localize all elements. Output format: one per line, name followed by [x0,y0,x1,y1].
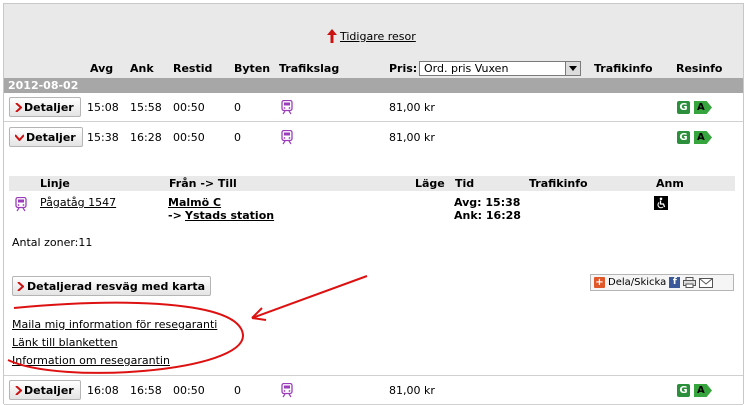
changes: 0 [234,384,241,397]
facebook-icon[interactable]: f [669,277,681,288]
form-link[interactable]: Länk till blanketten [12,336,118,349]
header-band: Tidigare resor Avg Ank Restid Byten Traf… [4,4,743,78]
print-icon[interactable] [683,277,697,288]
details-button[interactable]: Detaljer [9,380,81,400]
col-arr: Ank [130,62,154,75]
price-select[interactable]: Ord. pris Vuxen [419,61,581,76]
train-icon [281,130,293,145]
details-header-bar: Linje Från -> Till Läge Tid Trafikinfo A… [9,176,735,191]
col-traffic-info: Trafikinfo [594,62,653,75]
price-select-value: Ord. pris Vuxen [424,62,509,75]
trip-row[interactable]: Detaljer 15:38 16:28 00:50 0 81,00 kr G … [4,123,743,152]
col-travel-time: Restid [173,62,213,75]
guarantee-info-link[interactable]: Information om resegarantin [12,354,170,367]
train-icon [281,100,293,115]
col-line: Linje [40,177,70,190]
a-badge-icon[interactable]: A [694,384,712,397]
arr-time: 15:58 [130,101,162,114]
chevron-right-icon [15,385,22,395]
col-traffic-type: Trafikslag [279,62,340,75]
detailed-route-map-button[interactable]: Detaljerad resväg med karta [12,276,212,296]
to-station-link[interactable]: Ystads station [185,209,274,222]
changes: 0 [234,131,241,144]
train-icon [15,197,27,212]
zone-count: Antal zoner:11 [12,236,93,249]
changes: 0 [234,101,241,114]
plus-icon: + [594,277,605,288]
dep-time: 16:08 [87,384,119,397]
details-label: Detaljer [26,130,76,144]
details-label: Detaljer [24,100,74,114]
arr-time: 16:28 [130,131,162,144]
chevron-right-icon [17,281,24,291]
arr-time: 16:58 [130,384,162,397]
email-guarantee-link[interactable]: Maila mig information för resegaranti [12,318,217,331]
line-link[interactable]: Pågatåg 1547 [40,196,116,209]
g-badge-icon[interactable]: G [677,384,690,397]
trip-row[interactable]: Detaljer 15:08 15:58 00:50 0 81,00 kr G … [4,93,743,122]
price: 81,00 kr [389,384,435,397]
details-button[interactable]: Detaljer [9,127,83,147]
price: 81,00 kr [389,101,435,114]
col-from-to: Från -> Till [169,177,237,190]
col-price: Pris: [389,62,418,75]
earlier-trips-label: Tidigare resor [340,29,416,43]
col-journey-info: Resinfo [676,62,723,75]
col-changes: Byten [234,62,271,75]
map-button-label: Detaljerad resväg med karta [27,279,206,293]
details-button[interactable]: Detaljer [9,97,81,117]
wheelchair-icon [654,196,668,210]
duration: 00:50 [173,101,205,114]
share-label: Dela/Skicka [608,277,667,288]
share-toolbar[interactable]: + Dela/Skicka f [590,274,734,291]
g-badge-icon[interactable]: G [677,101,690,114]
chevron-down-icon[interactable] [565,62,580,75]
up-arrow-icon [327,29,337,43]
price: 81,00 kr [389,131,435,144]
email-icon[interactable] [699,277,714,288]
dep-time: Avg: 15:38 [454,196,521,209]
dep-time: 15:38 [87,131,119,144]
a-badge-icon[interactable]: A [694,131,712,144]
chevron-right-icon [15,102,22,112]
trip-row[interactable]: Detaljer 16:08 16:58 00:50 0 81,00 kr G … [4,376,743,405]
train-icon [281,383,293,398]
to-arrow: -> [168,209,182,222]
date-bar: 2012-08-02 [4,78,743,93]
from-station-link[interactable]: Malmö C [168,196,221,209]
earlier-trips-link[interactable]: Tidigare resor [327,28,416,44]
a-badge-icon[interactable]: A [694,101,712,114]
col-traffic-info: Trafikinfo [529,177,588,190]
col-note: Anm [656,177,684,190]
col-time: Tid [455,177,475,190]
dep-time: 15:08 [87,101,119,114]
col-platform: Läge [415,177,445,190]
trip-details-panel: Linje Från -> Till Läge Tid Trafikinfo A… [4,154,743,376]
details-label: Detaljer [24,383,74,397]
col-dep: Avg [90,62,114,75]
arr-time: Ank: 16:28 [454,209,521,222]
duration: 00:50 [173,384,205,397]
chevron-down-icon [15,133,24,141]
results-frame: Tidigare resor Avg Ank Restid Byten Traf… [3,3,744,405]
duration: 00:50 [173,131,205,144]
g-badge-icon[interactable]: G [677,131,690,144]
